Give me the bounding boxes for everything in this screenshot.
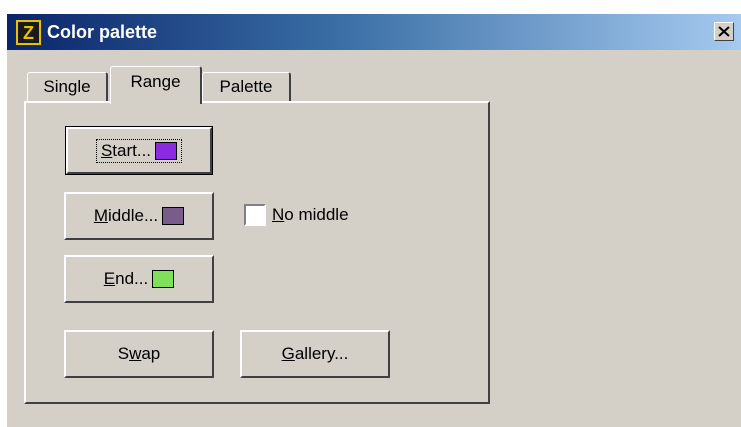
tab-single-label: Single [43, 77, 91, 96]
swap-button[interactable]: Sw ap [64, 330, 214, 378]
tab-single[interactable]: Single [27, 72, 108, 102]
start-color-swatch [155, 141, 178, 160]
tab-range-label: Range [130, 72, 181, 91]
start-button-label: tart... [112, 140, 152, 160]
middle-button[interactable]: Middle... [64, 192, 214, 240]
start-button-focus: Start... [95, 138, 183, 163]
end-button-label: nd... [115, 269, 149, 288]
middle-mnemonic: M [93, 206, 109, 225]
swap-label-rest: ap [141, 344, 161, 363]
middle-button-label: iddle... [108, 206, 159, 225]
tab-palette-label: Palette [219, 77, 273, 96]
end-mnemonic: E [103, 269, 116, 288]
app-logo-icon: Z [16, 20, 41, 45]
end-color-swatch [152, 270, 175, 288]
window-title: Color palette [47, 22, 158, 42]
color-palette-window: Z Color palette Single Palette Range Sta… [7, 14, 741, 427]
title-bar[interactable]: Z Color palette [7, 14, 741, 50]
tab-palette[interactable]: Palette [202, 72, 291, 102]
start-mnemonic: S [100, 140, 113, 160]
close-button[interactable] [714, 22, 734, 41]
swap-mnemonic: w [129, 344, 142, 363]
no-middle-checkbox[interactable] [244, 204, 266, 226]
end-button[interactable]: End... [64, 255, 214, 303]
gallery-button-label: allery... [294, 344, 349, 363]
close-icon [718, 26, 730, 37]
no-middle-mnemonic: N [272, 205, 285, 224]
app-logo-letter: Z [23, 23, 34, 43]
no-middle-label[interactable]: No middle [272, 203, 349, 227]
middle-color-swatch [162, 207, 185, 225]
gallery-mnemonic: G [281, 344, 295, 363]
no-middle-label-text: o middle [284, 205, 349, 224]
swap-label-start: S [117, 344, 130, 363]
start-button[interactable]: Start... [65, 126, 213, 175]
tab-range[interactable]: Range [110, 66, 202, 104]
gallery-button[interactable]: Gallery... [240, 330, 390, 378]
